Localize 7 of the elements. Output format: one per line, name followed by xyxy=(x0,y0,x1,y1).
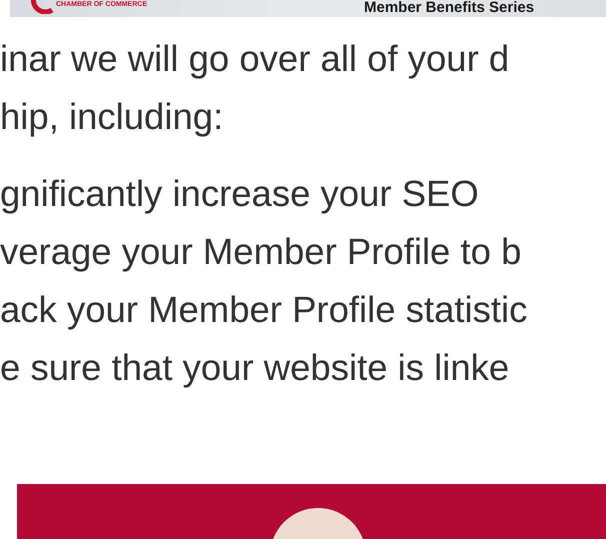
list-item: verage your Member Profile to b xyxy=(0,230,522,274)
list-item: gnificantly increase your SEO xyxy=(0,172,479,216)
list-item: e sure that your website is linke xyxy=(0,346,510,390)
list-item: ack your Member Profile statistic xyxy=(0,288,528,332)
paragraph-line: hip, including: xyxy=(0,95,224,139)
series-title: Member Benefits Series xyxy=(364,0,534,16)
paragraph-line: inar we will go over all of your d xyxy=(0,37,510,81)
